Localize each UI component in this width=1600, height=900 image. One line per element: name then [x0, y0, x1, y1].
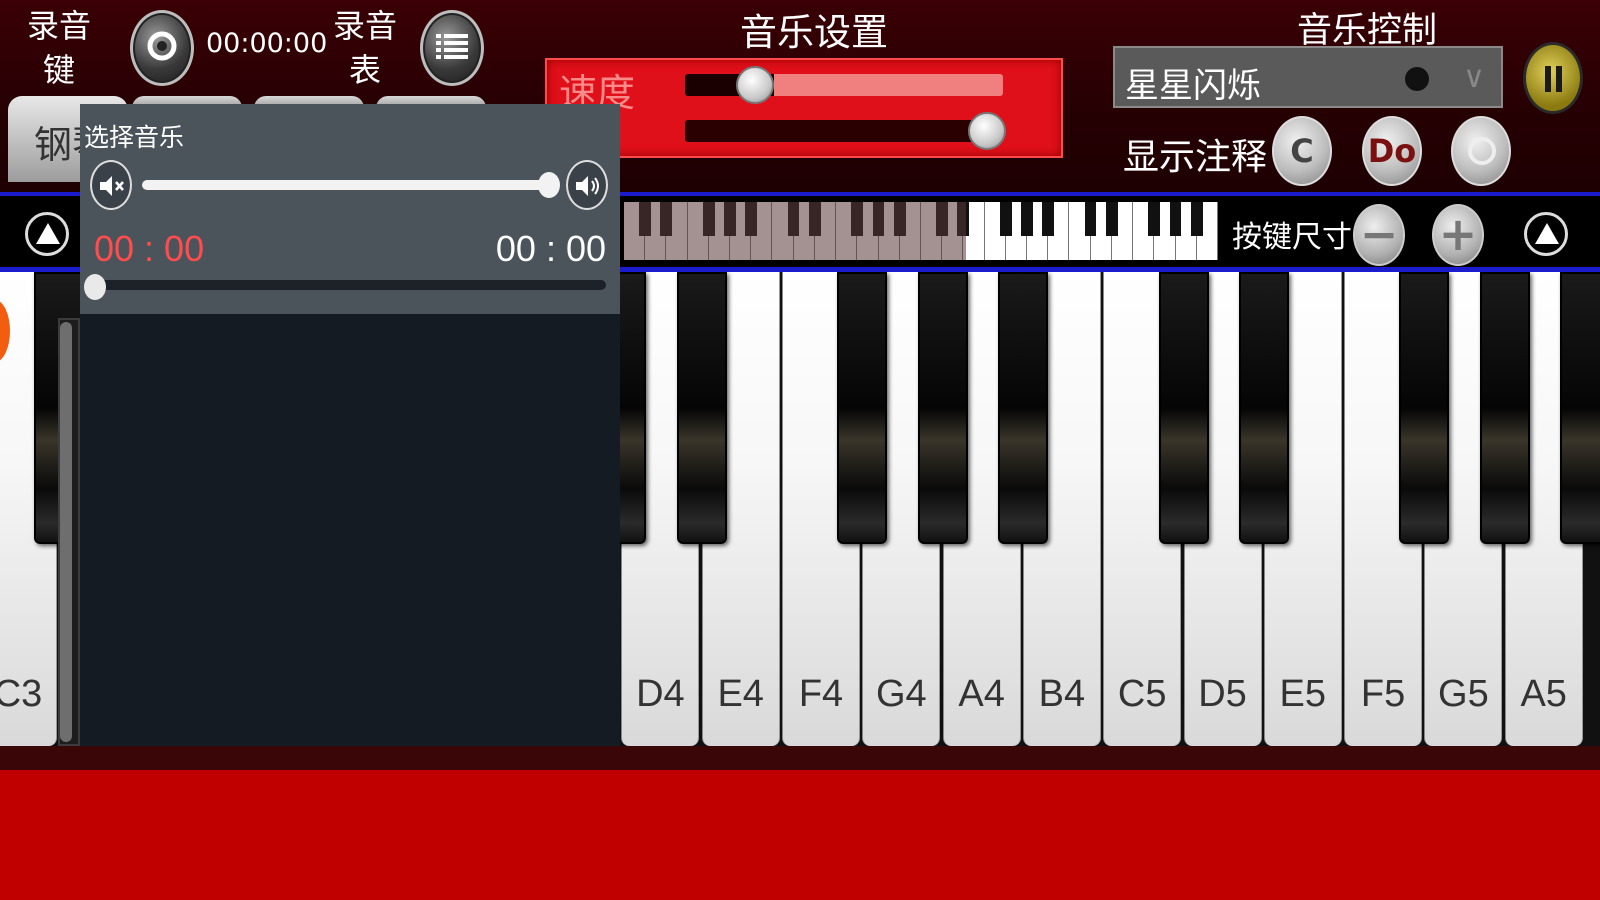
mini-black-key — [1105, 202, 1118, 236]
piano-black-key[interactable] — [917, 272, 968, 544]
mute-icon — [100, 176, 124, 196]
no-notes-icon — [1468, 137, 1496, 165]
note-letter-button[interactable]: C — [1272, 116, 1332, 186]
recording-timer: 00:00:00 — [206, 28, 328, 59]
speed-slider-thumb[interactable] — [735, 66, 774, 104]
piano-key-label: C3 — [0, 673, 43, 715]
popup-scrollbar-thumb[interactable] — [60, 322, 72, 742]
pause-button[interactable] — [1523, 42, 1583, 114]
playback-current-time: 00 : 00 — [94, 228, 205, 269]
key-size-plus-button[interactable]: + — [1432, 204, 1484, 266]
picker-volume-thumb[interactable] — [538, 172, 560, 198]
mini-black-key — [1084, 202, 1097, 236]
record-button[interactable] — [130, 10, 194, 86]
music-settings-panel: 速度 — [545, 58, 1063, 158]
piano-black-key[interactable] — [1158, 272, 1209, 544]
settings-volume-slider[interactable] — [685, 120, 995, 142]
piano-black-key[interactable] — [1479, 272, 1530, 544]
mini-black-key — [1148, 202, 1161, 236]
list-icon — [436, 32, 468, 64]
piano-key-label: C5 — [1117, 673, 1167, 715]
note-solfege-button[interactable]: Do — [1362, 116, 1422, 186]
record-list-button[interactable] — [420, 10, 484, 86]
piano-key-label: F4 — [798, 673, 844, 715]
piano-black-key[interactable] — [997, 272, 1048, 544]
piano-key-label: D5 — [1198, 673, 1247, 715]
record-key-label: 录音 键 — [26, 7, 91, 89]
music-settings-title: 音乐设置 — [740, 11, 888, 54]
pause-icon — [1545, 66, 1562, 92]
piano-bottom-rail — [0, 746, 1600, 770]
playback-total-time: 00 : 00 — [495, 228, 606, 269]
song-select[interactable]: 星星闪烁 ∨ — [1113, 46, 1503, 108]
record-list-label: 录音 表 — [332, 7, 397, 89]
mini-black-key — [1021, 202, 1033, 236]
key-size-label: 按键尺寸 — [1232, 220, 1352, 255]
music-picker-popup: 选择音乐 00 : 00 00 : 00 — [80, 104, 620, 746]
bottom-panel — [0, 770, 1600, 900]
piano-black-key[interactable] — [837, 272, 888, 544]
mute-button[interactable] — [90, 160, 132, 210]
piano-key-label: G4 — [875, 673, 927, 715]
piano-key-label: A5 — [1520, 673, 1567, 715]
arrow-up-icon — [36, 223, 60, 244]
music-picker-header: 选择音乐 00 : 00 00 : 00 — [80, 104, 620, 314]
playback-progress-slider[interactable] — [94, 280, 606, 290]
record-icon — [147, 31, 177, 65]
speed-slider[interactable] — [685, 74, 1003, 96]
song-status-dot — [1405, 67, 1429, 91]
piano-black-key[interactable] — [676, 272, 727, 544]
piano-key-label: D4 — [636, 673, 685, 715]
piano-key-label: B4 — [1038, 673, 1086, 715]
playback-progress-thumb[interactable] — [84, 274, 106, 300]
mini-black-key — [1169, 202, 1182, 236]
mini-black-key — [999, 202, 1012, 236]
show-notes-label: 显示注释 — [1123, 137, 1268, 178]
piano-key-label: E5 — [1279, 673, 1327, 715]
scroll-left-button[interactable] — [25, 212, 69, 256]
key-size-minus-button[interactable]: − — [1353, 204, 1405, 266]
mini-black-key — [1042, 202, 1054, 236]
visible-range-window[interactable] — [624, 202, 966, 260]
volume-icon — [576, 176, 599, 196]
music-picker-title: 选择音乐 — [84, 123, 185, 152]
picker-volume-slider[interactable] — [142, 180, 546, 190]
piano-black-key[interactable] — [1238, 272, 1289, 544]
chevron-down-icon: ∨ — [1463, 60, 1485, 95]
volume-max-button[interactable] — [566, 160, 608, 210]
piano-key-label: A4 — [958, 673, 1005, 715]
piano-key-label: F5 — [1360, 673, 1406, 715]
piano-black-key[interactable] — [1399, 272, 1450, 544]
settings-volume-slider-thumb[interactable] — [968, 112, 1007, 150]
piano-key-label: G5 — [1438, 673, 1489, 715]
arrow-up-icon — [1535, 223, 1559, 244]
mini-black-key — [1190, 202, 1203, 236]
song-select-value: 星星闪烁 — [1125, 66, 1261, 106]
piano-black-key[interactable] — [1560, 272, 1600, 544]
note-none-button[interactable] — [1451, 116, 1511, 186]
piano-key-label: E4 — [717, 673, 764, 715]
scroll-right-button[interactable] — [1524, 212, 1568, 256]
